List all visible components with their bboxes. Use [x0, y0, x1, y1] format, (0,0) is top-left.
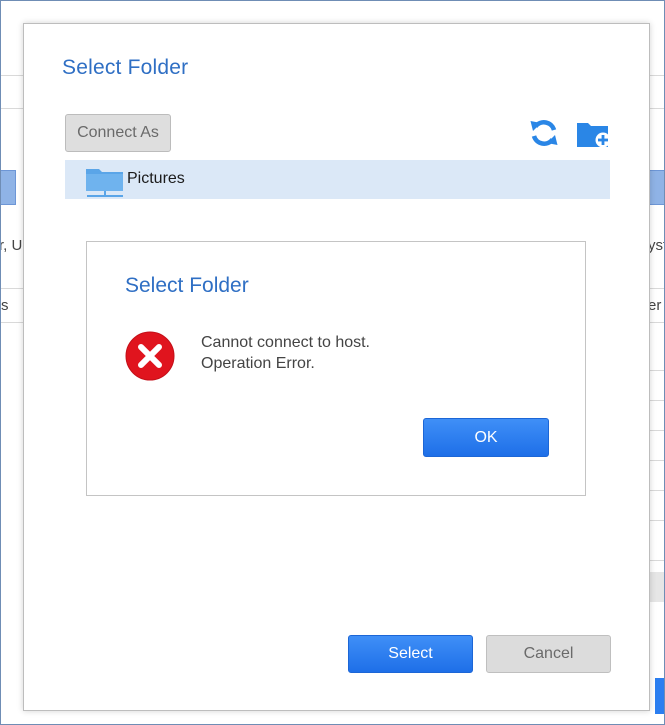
- background-text-fragment: yst: [648, 237, 665, 254]
- background-selected-row: [0, 170, 16, 205]
- select-folder-dialog: Select Folder Connect As Pictures Select…: [23, 23, 650, 711]
- new-folder-icon[interactable]: [576, 119, 612, 149]
- select-button[interactable]: Select: [348, 635, 473, 673]
- background-text-fragment: r, U: [0, 237, 23, 254]
- background-text-fragment: er: [648, 297, 662, 314]
- background-selected-row: [649, 170, 665, 205]
- background-divider: [649, 560, 665, 561]
- refresh-icon[interactable]: [528, 117, 560, 149]
- background-divider: [649, 370, 665, 371]
- connect-as-button[interactable]: Connect As: [65, 114, 171, 152]
- error-icon: [125, 331, 175, 381]
- background-divider: [649, 460, 665, 461]
- background-divider: [649, 322, 665, 323]
- background-divider: [649, 400, 665, 401]
- error-message-line: Cannot connect to host.: [201, 334, 370, 351]
- background-divider: [649, 108, 665, 109]
- error-dialog-title: Select Folder: [125, 274, 249, 297]
- network-folder-icon: [85, 166, 125, 197]
- dialog-title: Select Folder: [62, 56, 189, 79]
- background-button: [655, 678, 665, 714]
- background-divider: [0, 108, 24, 109]
- cancel-button[interactable]: Cancel: [486, 635, 611, 673]
- ok-button[interactable]: OK: [423, 418, 549, 457]
- folder-label: Pictures: [127, 170, 185, 187]
- background-divider: [0, 288, 24, 289]
- error-dialog: Select Folder Cannot connect to host. Op…: [86, 241, 586, 496]
- error-message: Cannot connect to host. Operation Error.: [201, 332, 370, 374]
- background-divider: [649, 430, 665, 431]
- background-panel: [649, 572, 665, 602]
- background-divider: [0, 75, 24, 76]
- background-divider: [649, 520, 665, 521]
- folder-row-pictures[interactable]: Pictures: [65, 160, 610, 199]
- background-divider: [649, 288, 665, 289]
- error-message-line: Operation Error.: [201, 355, 315, 372]
- background-divider: [649, 75, 665, 76]
- background-text-fragment: s: [1, 297, 9, 314]
- background-divider: [649, 490, 665, 491]
- background-divider: [0, 322, 24, 323]
